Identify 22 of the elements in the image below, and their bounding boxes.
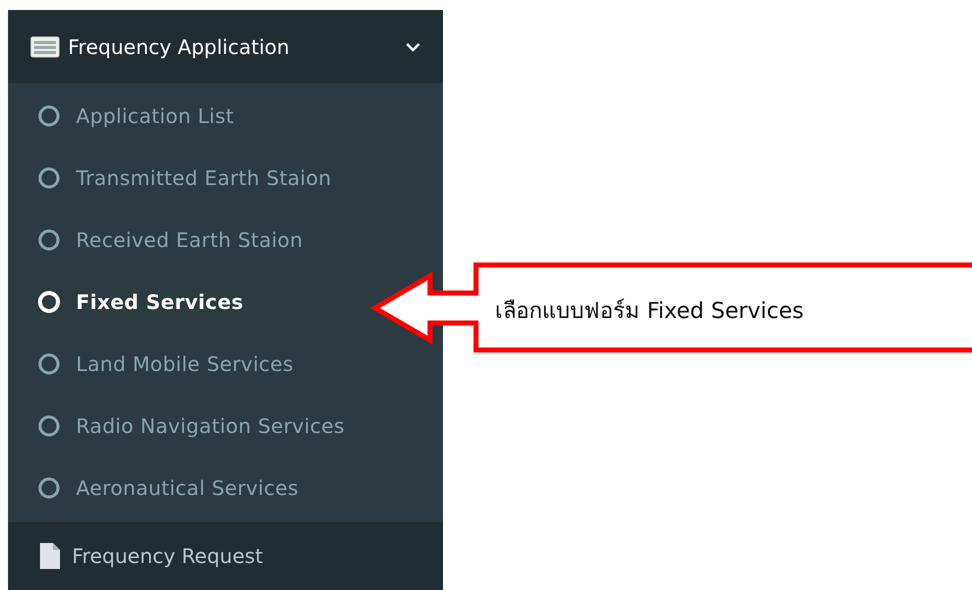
item-label: Transmitted Earth Staion xyxy=(76,166,332,190)
menu-item[interactable]: Fixed Services xyxy=(8,271,248,334)
menu-item[interactable]: Frequency Request xyxy=(8,522,443,590)
item-label: Application List xyxy=(76,104,234,128)
item-label: Land Mobile Services xyxy=(76,352,294,376)
item-label: Frequency Request xyxy=(72,544,263,568)
document-icon xyxy=(38,542,62,570)
menu-item[interactable]: Application List xyxy=(8,85,238,148)
item-label: Received Earth Staion xyxy=(76,228,303,252)
menu-item[interactable]: Land Mobile Services xyxy=(8,333,298,396)
menu-item[interactable]: Transmitted Earth Staion xyxy=(8,147,336,210)
item-label: Fixed Services xyxy=(76,290,244,314)
menu-item[interactable]: Aeronautical Services xyxy=(8,457,302,520)
item-label: Radio Navigation Services xyxy=(76,414,345,438)
menu-item[interactable]: Received Earth Staion xyxy=(8,209,307,272)
chevron-icon xyxy=(405,40,421,53)
menu-header[interactable]: Frequency Application xyxy=(8,10,443,84)
item-label: Aeronautical Services xyxy=(76,476,298,500)
list-icon xyxy=(30,36,60,58)
menu-label: Frequency Application xyxy=(68,34,290,59)
menu-item[interactable]: Radio Navigation Services xyxy=(8,395,349,458)
callout-text: เลือกแบบฟอร์ม Fixed Services xyxy=(495,298,804,326)
